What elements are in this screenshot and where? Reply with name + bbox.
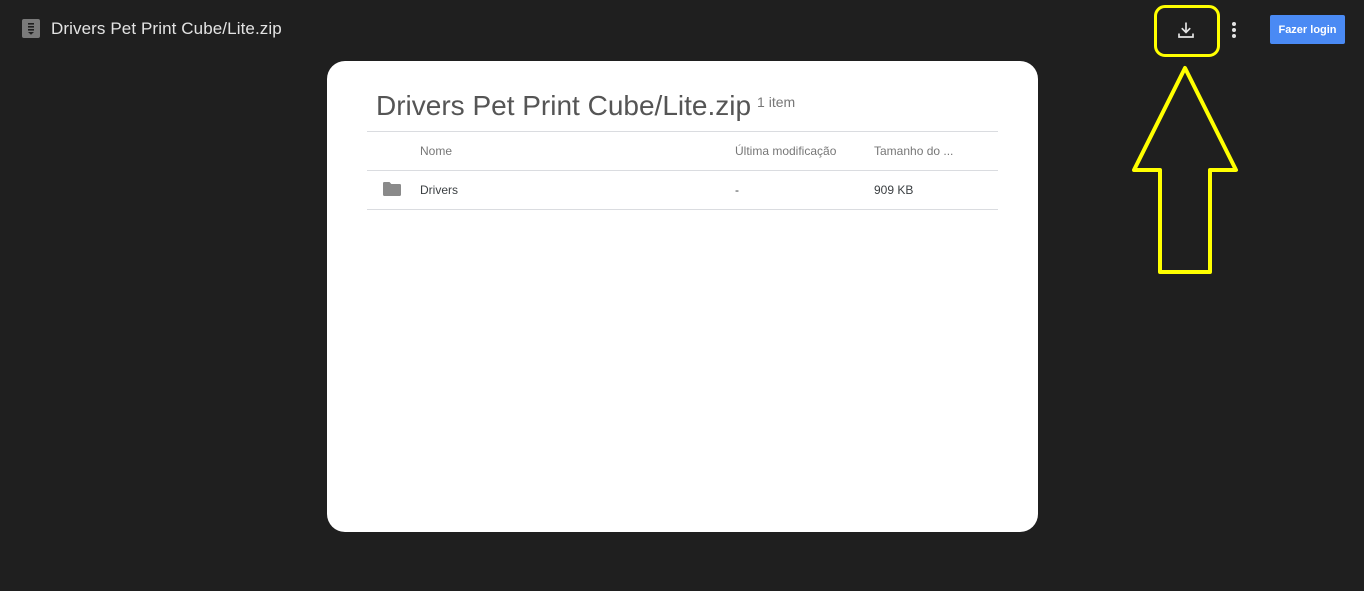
item-count: 1 item [757, 94, 796, 110]
column-header-modified[interactable]: Última modificação [735, 132, 874, 171]
row-size: 909 KB [874, 183, 914, 197]
row-icon-cell [367, 171, 420, 210]
download-icon [1178, 22, 1194, 38]
column-header-size[interactable]: Tamanho do ... [874, 132, 998, 171]
row-modified: - [735, 183, 739, 197]
table-header-row: Nome Última modificação Tamanho do ... [367, 131, 998, 171]
table-row[interactable]: Drivers - 909 KB [367, 171, 998, 210]
more-options-button[interactable] [1221, 11, 1247, 49]
login-button[interactable]: Fazer login [1270, 15, 1345, 44]
download-button[interactable] [1167, 11, 1205, 49]
header-icon-cell [367, 132, 420, 171]
archive-title: Drivers Pet Print Cube/Lite.zip [376, 90, 752, 121]
zip-file-icon [22, 19, 40, 38]
folder-icon [383, 181, 401, 196]
row-name: Drivers [420, 183, 458, 197]
file-list-table: Nome Última modificação Tamanho do ... D… [367, 131, 998, 210]
file-title: Drivers Pet Print Cube/Lite.zip [51, 19, 282, 38]
card-header: Drivers Pet Print Cube/Lite.zip 1 item [376, 89, 795, 123]
top-bar: Drivers Pet Print Cube/Lite.zip Fazer lo… [0, 0, 1364, 58]
archive-preview-card: Drivers Pet Print Cube/Lite.zip 1 item No… [327, 61, 1038, 532]
column-header-name[interactable]: Nome [420, 132, 735, 171]
more-vert-icon [1232, 22, 1236, 38]
annotation-arrow [1132, 66, 1238, 274]
